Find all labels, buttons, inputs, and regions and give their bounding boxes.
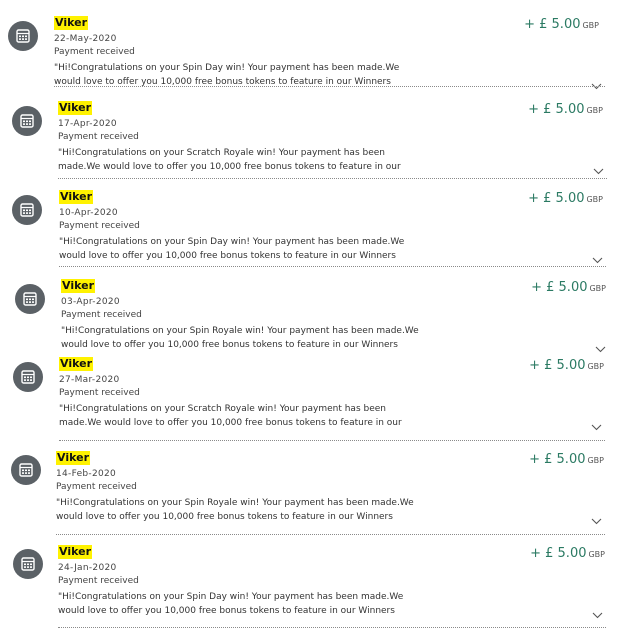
transaction-date: 14-Feb-2020 [56,469,117,479]
cash-register-icon [13,549,43,579]
transaction-date: 17-Apr-2020 [58,119,117,129]
amount-value: + £ 5.00 [528,191,585,206]
transaction-message: "Hi!Congratulations on your Scratch Roya… [58,148,401,172]
transaction-message: "Hi!Congratulations on your Scratch Roya… [59,404,402,428]
chevron-down-icon[interactable] [595,338,606,353]
cash-register-icon [15,284,45,314]
cash-register-icon [13,362,43,392]
transaction-message: "Hi!Congratulations on your Spin Day win… [59,237,405,261]
amount: + £ 5.00 GBP [528,191,603,208]
row-divider [58,178,607,179]
payment-type: Payment received [59,388,140,398]
transaction-message: "Hi!Congratulations on your Spin Day win… [54,63,400,87]
chevron-down-icon[interactable] [592,604,603,619]
cash-register-icon [12,106,42,136]
payment-type: Payment received [58,132,139,142]
transaction-message: "Hi!Congratulations on your Spin Royale … [61,326,419,350]
currency-code: GBP [589,284,606,293]
amount: + £ 5.00 GBP [531,280,606,297]
chevron-down-icon[interactable] [593,160,604,175]
amount-value: + £ 5.00 [531,280,588,295]
currency-code: GBP [587,362,604,371]
chevron-down-icon[interactable] [591,510,602,525]
payee-name: Viker [54,16,88,30]
amount: + £ 5.00 GBP [529,452,604,469]
row-divider [58,627,606,628]
currency-code: GBP [586,195,603,204]
transaction-date: 27-Mar-2020 [59,375,120,385]
payment-type: Payment received [56,482,137,492]
payee-name: Viker [61,279,95,293]
transaction-message: "Hi!Congratulations on your Spin Day win… [58,592,404,616]
payee-name: Viker [58,545,92,559]
currency-code: GBP [588,550,605,559]
transaction-message: "Hi!Congratulations on your Spin Royale … [56,498,414,522]
chevron-down-icon[interactable] [591,75,602,90]
cash-register-icon [11,455,41,485]
cash-register-icon [8,21,38,51]
amount-value: + £ 5.00 [529,358,586,373]
amount-value: + £ 5.00 [529,452,586,467]
payee-name: Viker [59,357,93,371]
transaction-date: 10-Apr-2020 [59,208,118,218]
currency-code: GBP [587,456,604,465]
chevron-down-icon[interactable] [591,416,602,431]
row-divider [59,266,606,267]
transaction-date: 03-Apr-2020 [61,297,120,307]
amount: + £ 5.00 GBP [529,358,604,375]
amount: + £ 5.00 GBP [524,17,599,34]
row-divider [56,534,605,535]
payment-type: Payment received [58,576,139,586]
cash-register-icon [12,195,42,225]
payment-type: Payment received [59,221,140,231]
payee-name: Viker [59,190,93,204]
transaction-date: 22-May-2020 [54,34,117,44]
amount: + £ 5.00 GBP [530,546,605,563]
amount: + £ 5.00 GBP [528,102,603,119]
payee-name: Viker [58,101,92,115]
payee-name: Viker [56,451,90,465]
currency-code: GBP [582,21,599,30]
payment-type: Payment received [54,47,135,57]
row-divider [54,86,605,87]
row-divider [59,440,605,441]
transaction-date: 24-Jan-2020 [58,563,117,573]
currency-code: GBP [586,106,603,115]
chevron-down-icon[interactable] [592,249,603,264]
payment-type: Payment received [61,310,142,320]
amount-value: + £ 5.00 [524,17,581,32]
amount-value: + £ 5.00 [528,102,585,117]
amount-value: + £ 5.00 [530,546,587,561]
